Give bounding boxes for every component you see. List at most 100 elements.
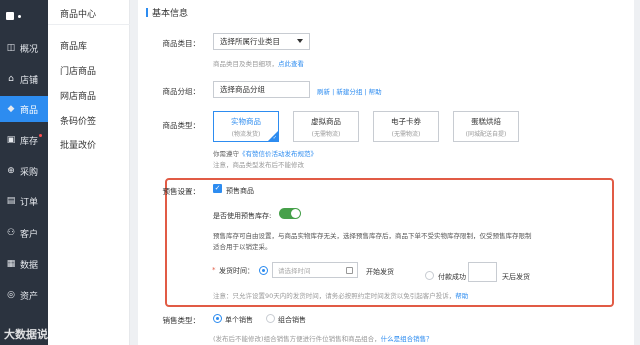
- type-card-title: 电子卡券: [391, 117, 421, 126]
- type-card-title: 蛋糕烘焙: [471, 117, 501, 126]
- nav-item-data[interactable]: ▦ 数据: [0, 251, 48, 277]
- divider: [48, 24, 130, 25]
- customer-icon: ⚇: [6, 227, 16, 238]
- watermark: 大数据说: [4, 328, 48, 341]
- nav-item-goods[interactable]: ◆ 商品: [0, 96, 48, 122]
- type-note-rules: 你需遵守《有赞信价活动发布规范》: [213, 148, 317, 158]
- ship-date-radio[interactable]: [259, 266, 268, 275]
- category-hint-text: 商品类目及类目细项，: [213, 60, 278, 68]
- pay-days-input[interactable]: [468, 262, 497, 282]
- group-links[interactable]: 刷新 | 新建分组 | 帮助: [317, 86, 382, 96]
- nav-item-customers[interactable]: ⚇ 客户: [0, 220, 48, 246]
- logo-square-icon: [6, 12, 14, 20]
- section-title: 基本信息: [146, 6, 188, 19]
- nav-item-orders[interactable]: ▤ 订单: [0, 188, 48, 214]
- type-label: 商品类型：: [162, 121, 201, 130]
- type-card-virtual[interactable]: 虚拟商品 (无需物流): [293, 111, 359, 142]
- pay-suffix-label: 天后发货: [502, 273, 530, 281]
- main-sidebar: ◫ 概况 ⌂ 店铺 ◆ 商品 ▣ 库存 ⊕ 采购 ▤ 订单 ⚇ 客户 ▦ 数据 …: [0, 0, 48, 345]
- type-note-warning: 注意，商品类型发布后不能修改: [213, 161, 304, 169]
- nav-label: 资产: [20, 291, 39, 302]
- store-icon: ⌂: [8, 73, 14, 84]
- nav-item-inventory[interactable]: ▣ 库存: [0, 127, 48, 153]
- single-sale-label: 单个销售: [225, 316, 253, 324]
- section-bar: [146, 8, 148, 17]
- single-sale-radio[interactable]: [213, 314, 222, 323]
- nav-label: 客户: [20, 229, 39, 240]
- asset-icon: ◎: [7, 289, 15, 300]
- nav-label: 商品: [20, 105, 39, 116]
- presale-help-link[interactable]: 帮助: [455, 292, 468, 300]
- check-icon: ✓: [272, 135, 277, 141]
- subnav-item-goods-library[interactable]: 商品库: [60, 39, 87, 52]
- pay-prefix-label: 付款成功: [438, 273, 466, 281]
- chevron-down-icon: [297, 39, 303, 43]
- subnav-item-barcode-labels[interactable]: 条码价签: [60, 114, 96, 127]
- sales-type-label: 销售类型：: [162, 316, 201, 325]
- group-select[interactable]: 选择商品分组: [213, 81, 310, 98]
- data-icon: ▦: [6, 258, 16, 269]
- category-hint: 商品类目及类目细项，点此查看: [213, 58, 304, 68]
- presale-stock-label: 是否使用预售库存:: [213, 212, 272, 220]
- notification-dot: [39, 134, 42, 137]
- presale-checkbox-label: 预售商品: [226, 187, 254, 195]
- calendar-icon: [346, 267, 353, 274]
- type-card-bakery[interactable]: 蛋糕烘焙 (同城配送自提): [453, 111, 519, 142]
- type-card-sub: (同城配送自提): [465, 131, 507, 138]
- subnav-item-store-goods[interactable]: 门店商品: [60, 64, 96, 77]
- logo-dot-icon: [18, 14, 21, 18]
- nav-label: 采购: [20, 167, 39, 178]
- chart-icon: ◫: [6, 42, 16, 53]
- goods-subnav: 商品中心 商品库 门店商品 网店商品 条码价签 批量改价: [48, 0, 130, 345]
- nav-label: 概况: [20, 44, 39, 55]
- type-card-physical[interactable]: 实物商品 (物流发货) ✓: [213, 111, 279, 142]
- presale-desc-line2: 适合用于以销定采。: [213, 243, 272, 251]
- category-select-value: 选择所属行业类目: [220, 37, 280, 46]
- combo-sale-label: 组合销售: [278, 316, 306, 324]
- nav-label: 店铺: [20, 75, 39, 86]
- category-hint-link[interactable]: 点此查看: [278, 60, 304, 68]
- nav-label: 订单: [20, 197, 39, 208]
- type-card-ecard[interactable]: 电子卡券 (无需物流): [373, 111, 439, 142]
- ship-date-input[interactable]: 请选择时间: [272, 262, 358, 278]
- type-card-sub: (无需物流): [391, 131, 421, 138]
- box-icon: ▣: [6, 134, 16, 145]
- combo-sale-help-link[interactable]: 什么是组合销售？: [381, 335, 433, 343]
- combo-sale-radio[interactable]: [266, 314, 275, 323]
- group-select-value: 选择商品分组: [220, 85, 265, 94]
- presale-label: 预售设置：: [162, 187, 201, 196]
- ship-after-label: 开始发货: [366, 268, 394, 276]
- app-logo[interactable]: [6, 10, 42, 22]
- pay-days-radio[interactable]: [425, 271, 434, 280]
- purchase-icon: ⊕: [7, 165, 15, 176]
- rules-link[interactable]: 《有赞信价活动发布规范》: [239, 150, 317, 158]
- section-title-text: 基本信息: [152, 9, 189, 19]
- presale-checkbox[interactable]: ✓: [213, 184, 222, 193]
- sales-note-text: (发布后不能修改)组合销售方便进行件位销售和商品组合，: [213, 335, 381, 343]
- presale-note-text: 注意：只允许设置90天内的发货时间，请务必按照约定时间发货以免引起客户投诉，: [213, 292, 456, 300]
- nav-item-assets[interactable]: ◎ 资产: [0, 282, 48, 308]
- group-label: 商品分组：: [162, 87, 201, 96]
- nav-item-overview[interactable]: ◫ 概况: [0, 35, 48, 61]
- category-select[interactable]: 选择所属行业类目: [213, 33, 310, 50]
- subnav-item-online-goods[interactable]: 网店商品: [60, 89, 96, 102]
- nav-label: 库存: [20, 136, 39, 147]
- ship-date-placeholder: 请选择时间: [278, 267, 311, 275]
- category-label: 商品类目：: [162, 39, 201, 48]
- nav-label: 数据: [20, 260, 39, 271]
- type-card-sub: (无需物流): [311, 131, 341, 138]
- type-card-title: 虚拟商品: [311, 117, 341, 126]
- toggle-knob: [291, 209, 300, 218]
- presale-desc-line1: 预售库存可自由设置，与商品实物库存无关，选择预售库存后，商品下单不受实物库存限制…: [213, 232, 532, 240]
- subnav-item-batch-price[interactable]: 批量改价: [60, 138, 96, 151]
- sales-note: (发布后不能修改)组合销售方便进行件位销售和商品组合，什么是组合销售？: [213, 333, 433, 343]
- nav-item-purchase[interactable]: ⊕ 采购: [0, 158, 48, 184]
- presale-stock-toggle[interactable]: [279, 208, 301, 219]
- presale-note: 注意：只允许设置90天内的发货时间，请务必按照约定时间发货以免引起客户投诉，帮助: [213, 290, 468, 300]
- type-card-title: 实物商品: [231, 117, 261, 126]
- subnav-title: 商品中心: [60, 10, 97, 20]
- nav-item-store[interactable]: ⌂ 店铺: [0, 66, 48, 92]
- order-icon: ▤: [6, 195, 16, 206]
- ship-time-label: 发货时间：: [219, 267, 254, 275]
- required-asterisk: *: [212, 266, 216, 274]
